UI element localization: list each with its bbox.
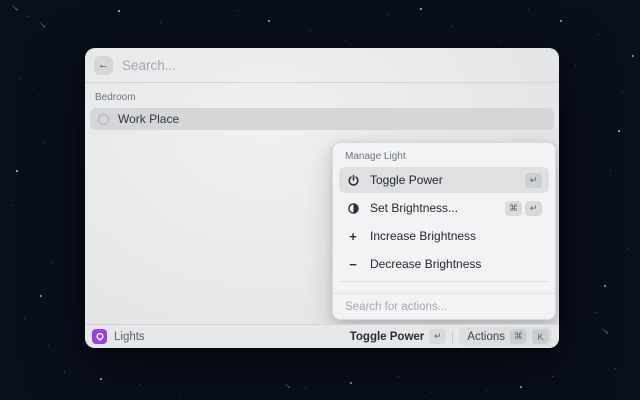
star-streak bbox=[601, 327, 608, 334]
actions-menu-button[interactable]: Actions ⌘ K bbox=[459, 327, 552, 346]
half-circle-icon bbox=[346, 201, 360, 215]
primary-action-label: Toggle Power bbox=[350, 331, 425, 343]
minus-icon: − bbox=[346, 257, 360, 271]
list-item-work-place[interactable]: Work Place bbox=[90, 108, 554, 130]
divider bbox=[452, 331, 453, 343]
action-search-input[interactable] bbox=[345, 301, 543, 313]
action-panel-list: Toggle Power ↵ Set Brightness... ⌘ ↵ bbox=[333, 167, 555, 293]
action-label: Decrease Brightness bbox=[370, 257, 481, 271]
lights-app-icon bbox=[92, 329, 107, 344]
light-circle-icon bbox=[98, 114, 109, 125]
plus-icon: + bbox=[346, 229, 360, 243]
power-icon bbox=[346, 173, 360, 187]
action-increase-brightness[interactable]: + Increase Brightness bbox=[339, 223, 549, 249]
launcher-window: ← Bedroom Work Place Manage Light Toggle… bbox=[85, 48, 559, 348]
star-streak bbox=[11, 4, 18, 11]
list-item-label: Work Place bbox=[118, 112, 179, 126]
action-decrease-brightness[interactable]: − Decrease Brightness bbox=[339, 251, 549, 277]
return-key-hint: ↵ bbox=[525, 173, 542, 188]
action-toggle-power[interactable]: Toggle Power ↵ bbox=[339, 167, 549, 193]
shortcut-hints: ↵ bbox=[525, 173, 542, 188]
stars-bright bbox=[0, 0, 2, 2]
command-key-hint: ⌘ bbox=[505, 201, 522, 216]
section-label: Bedroom bbox=[85, 83, 559, 108]
search-bar: ← bbox=[85, 48, 559, 83]
command-key-hint: ⌘ bbox=[510, 329, 527, 344]
k-key-hint: K bbox=[532, 329, 549, 344]
action-label: Set Brightness... bbox=[370, 201, 458, 215]
app-name: Lights bbox=[114, 331, 145, 343]
action-search-bar bbox=[333, 293, 555, 319]
search-input[interactable] bbox=[122, 58, 550, 73]
star-streak bbox=[284, 382, 291, 388]
action-panel: Manage Light Toggle Power ↵ bbox=[332, 142, 556, 320]
status-bar-actions: Toggle Power ↵ Actions ⌘ K bbox=[350, 327, 552, 346]
action-label: Increase Brightness bbox=[370, 229, 476, 243]
return-key-hint: ↵ bbox=[525, 201, 542, 216]
action-label: Toggle Power bbox=[370, 173, 443, 187]
action-set-brightness[interactable]: Set Brightness... ⌘ ↵ bbox=[339, 195, 549, 221]
actions-label: Actions bbox=[467, 331, 505, 343]
back-button[interactable]: ← bbox=[94, 56, 113, 75]
primary-action-button[interactable]: Toggle Power ↵ bbox=[350, 329, 447, 344]
action-panel-title: Manage Light bbox=[333, 143, 555, 167]
divider bbox=[339, 281, 549, 282]
shortcut-hints: ⌘ ↵ bbox=[505, 201, 542, 216]
status-bar: Lights Toggle Power ↵ Actions ⌘ K bbox=[85, 324, 559, 348]
star-streak bbox=[39, 21, 46, 27]
return-key-hint: ↵ bbox=[429, 329, 446, 344]
